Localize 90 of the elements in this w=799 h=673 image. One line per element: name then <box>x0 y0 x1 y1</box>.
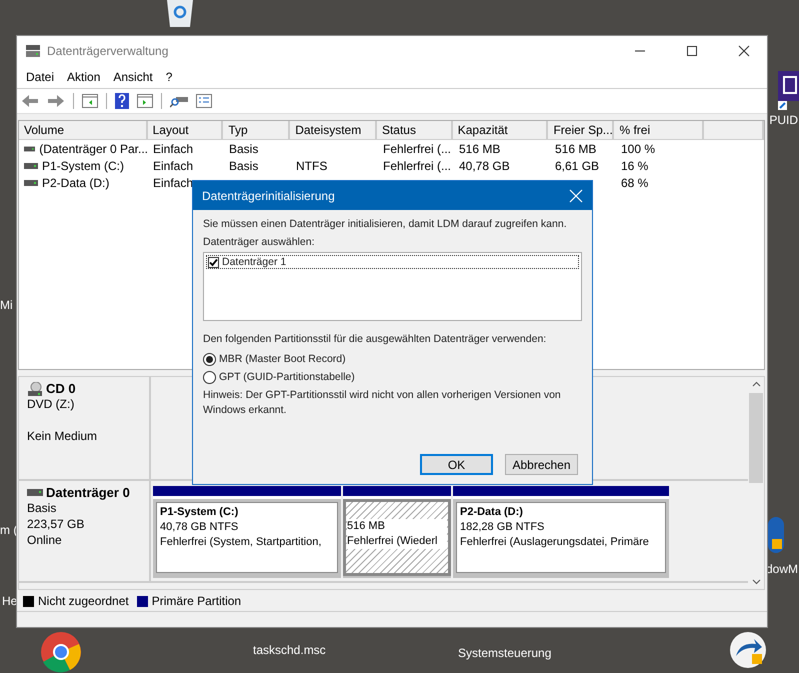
table-cell: 6,61 GB <box>555 158 600 172</box>
table-cell: 40,78 GB <box>459 158 510 172</box>
partition-size: 516 MB <box>347 519 447 534</box>
disk-name: Datenträger 0 <box>46 485 130 500</box>
partition-block[interactable]: P1-System (C:) 40,78 GB NTFS Fehlerfrei (System, Startpartition, <box>153 486 341 578</box>
legend-label: Primäre Partition <box>152 594 242 608</box>
disk-info-panel[interactable]: Datenträger 0 Basis 223,57 GB Online <box>19 481 151 581</box>
update-icon[interactable] <box>728 630 768 670</box>
properties-icon[interactable] <box>196 94 212 108</box>
desktop-icon-label[interactable]: PUID <box>769 113 798 127</box>
table-cell: 68 % <box>621 176 648 190</box>
partition-size: 40,78 GB NTFS <box>160 520 240 535</box>
desktop-icon-label[interactable]: Systemsteuerung <box>458 646 552 660</box>
column-header[interactable]: % frei <box>614 121 704 139</box>
style-label: Den folgenden Partitionsstil für die ausgewählten Datenträger verwenden: <box>203 333 548 345</box>
disk-status: Online <box>27 533 63 548</box>
dialog-title: Datenträgerinitialisierung <box>202 188 335 202</box>
dialog-button[interactable]: Abbrechen <box>505 454 578 475</box>
column-header[interactable]: Kapazität <box>452 121 548 139</box>
magnifier-drive-icon[interactable] <box>170 94 188 108</box>
radio-button[interactable] <box>203 370 216 384</box>
table-cell: Einfach <box>153 176 194 190</box>
table-cell: 516 MB <box>459 142 500 156</box>
chip-icon[interactable] <box>778 71 799 111</box>
scroll-up-icon[interactable] <box>752 381 760 387</box>
table-cell: Fehlerfrei (... <box>383 158 452 172</box>
help-icon[interactable] <box>115 93 129 109</box>
disk-status: Kein Medium <box>27 429 98 444</box>
disk-type: Basis <box>27 501 58 516</box>
dialog-message: Sie müssen einen Datenträger initialisieren, damit LDM darauf zugreifen kann. <box>203 218 568 230</box>
column-header[interactable]: Dateisystem <box>290 121 377 139</box>
table-cell: Basis <box>229 142 258 156</box>
dialog-button[interactable]: OK <box>420 454 493 475</box>
column-header[interactable]: Volume <box>19 121 148 139</box>
table-cell: 16 % <box>621 158 648 172</box>
list-label: Datenträger auswählen: <box>203 236 316 248</box>
disk-type: DVD (Z:) <box>27 397 76 412</box>
back-icon[interactable] <box>21 94 39 108</box>
table-cell: P2-Data (D:) <box>42 176 110 190</box>
column-header[interactable]: Typ <box>223 121 290 139</box>
column-header[interactable]: Layout <box>148 121 224 139</box>
partition-name: P2-Data (D:) <box>460 505 524 520</box>
action-pane-icon[interactable] <box>137 94 153 108</box>
column-header[interactable]: Status <box>376 121 453 139</box>
partition-block[interactable]: 516 MB Fehlerfrei (Wiederl <box>343 486 451 578</box>
volume-icon <box>24 146 36 152</box>
partition-status: Fehlerfrei (Auslagerungsdatei, Primäre <box>460 535 650 550</box>
table-cell: 100 % <box>621 142 656 156</box>
partition-size: 182,28 GB NTFS <box>460 520 546 535</box>
table-cell: 516 MB <box>555 142 596 156</box>
console-tree-icon[interactable] <box>82 94 98 108</box>
checkbox[interactable] <box>208 256 219 268</box>
volume-icon <box>24 162 38 168</box>
disk-size: 223,57 GB <box>27 517 86 532</box>
disk-info-panel[interactable]: CD 0 DVD (Z:) Kein Medium <box>19 377 151 479</box>
partition-block[interactable]: P2-Data (D:) 182,28 GB NTFS Fehlerfrei (Auslagerungsdatei, Primäre <box>453 486 669 578</box>
partition-status: Fehlerfrei (Wiederl <box>347 534 447 549</box>
radio-label[interactable]: GPT (GUID-Partitionstabelle) <box>219 371 355 383</box>
note-text: Hinweis: Der GPT-Partitionsstil wird nicht von allen vorherigen Versionen von Windows erkannt. <box>203 388 562 418</box>
forward-icon[interactable] <box>47 94 65 108</box>
menu-item[interactable]: Ansicht <box>113 70 153 84</box>
browser-icon[interactable] <box>40 630 82 673</box>
desktop-icon-label[interactable]: Mi <box>0 298 13 312</box>
table-cell: NTFS <box>296 158 328 172</box>
partition-name: P1-System (C:) <box>160 505 240 520</box>
column-header[interactable]: Freier Sp... <box>548 121 614 139</box>
disk-name: CD 0 <box>46 381 76 396</box>
desktop-icon-label[interactable]: taskschd.msc <box>253 643 326 657</box>
table-cell: Basis <box>229 158 258 172</box>
disk-list-item[interactable]: Datenträger 1 <box>206 255 579 269</box>
volume-icon <box>24 180 38 186</box>
cd-drive-icon <box>27 382 43 396</box>
radio-button[interactable] <box>203 352 216 366</box>
close-icon[interactable] <box>569 188 583 202</box>
drive-icon <box>25 44 41 58</box>
menu-item[interactable]: ? <box>166 70 172 84</box>
menu-item[interactable]: Aktion <box>67 70 100 84</box>
legend-label: Nicht zugeordnet <box>38 594 129 608</box>
radio-label[interactable]: MBR (Master Boot Record) <box>219 353 346 365</box>
table-cell: P1-System (C:) <box>42 158 124 172</box>
table-cell: Einfach <box>153 158 194 172</box>
menu-item[interactable]: Datei <box>26 70 54 84</box>
desktop-icon-label[interactable]: He <box>2 594 18 608</box>
scroll-down-icon[interactable] <box>752 579 760 585</box>
disk-drive-icon <box>27 488 43 496</box>
table-cell: (Datenträger 0 Par... <box>39 142 148 156</box>
table-cell: Fehlerfrei (... <box>383 142 452 156</box>
partition-status: Fehlerfrei (System, Startpartition, <box>160 535 322 550</box>
window-title: Datenträgerverwaltung <box>47 44 168 58</box>
table-cell: Einfach <box>153 142 194 156</box>
